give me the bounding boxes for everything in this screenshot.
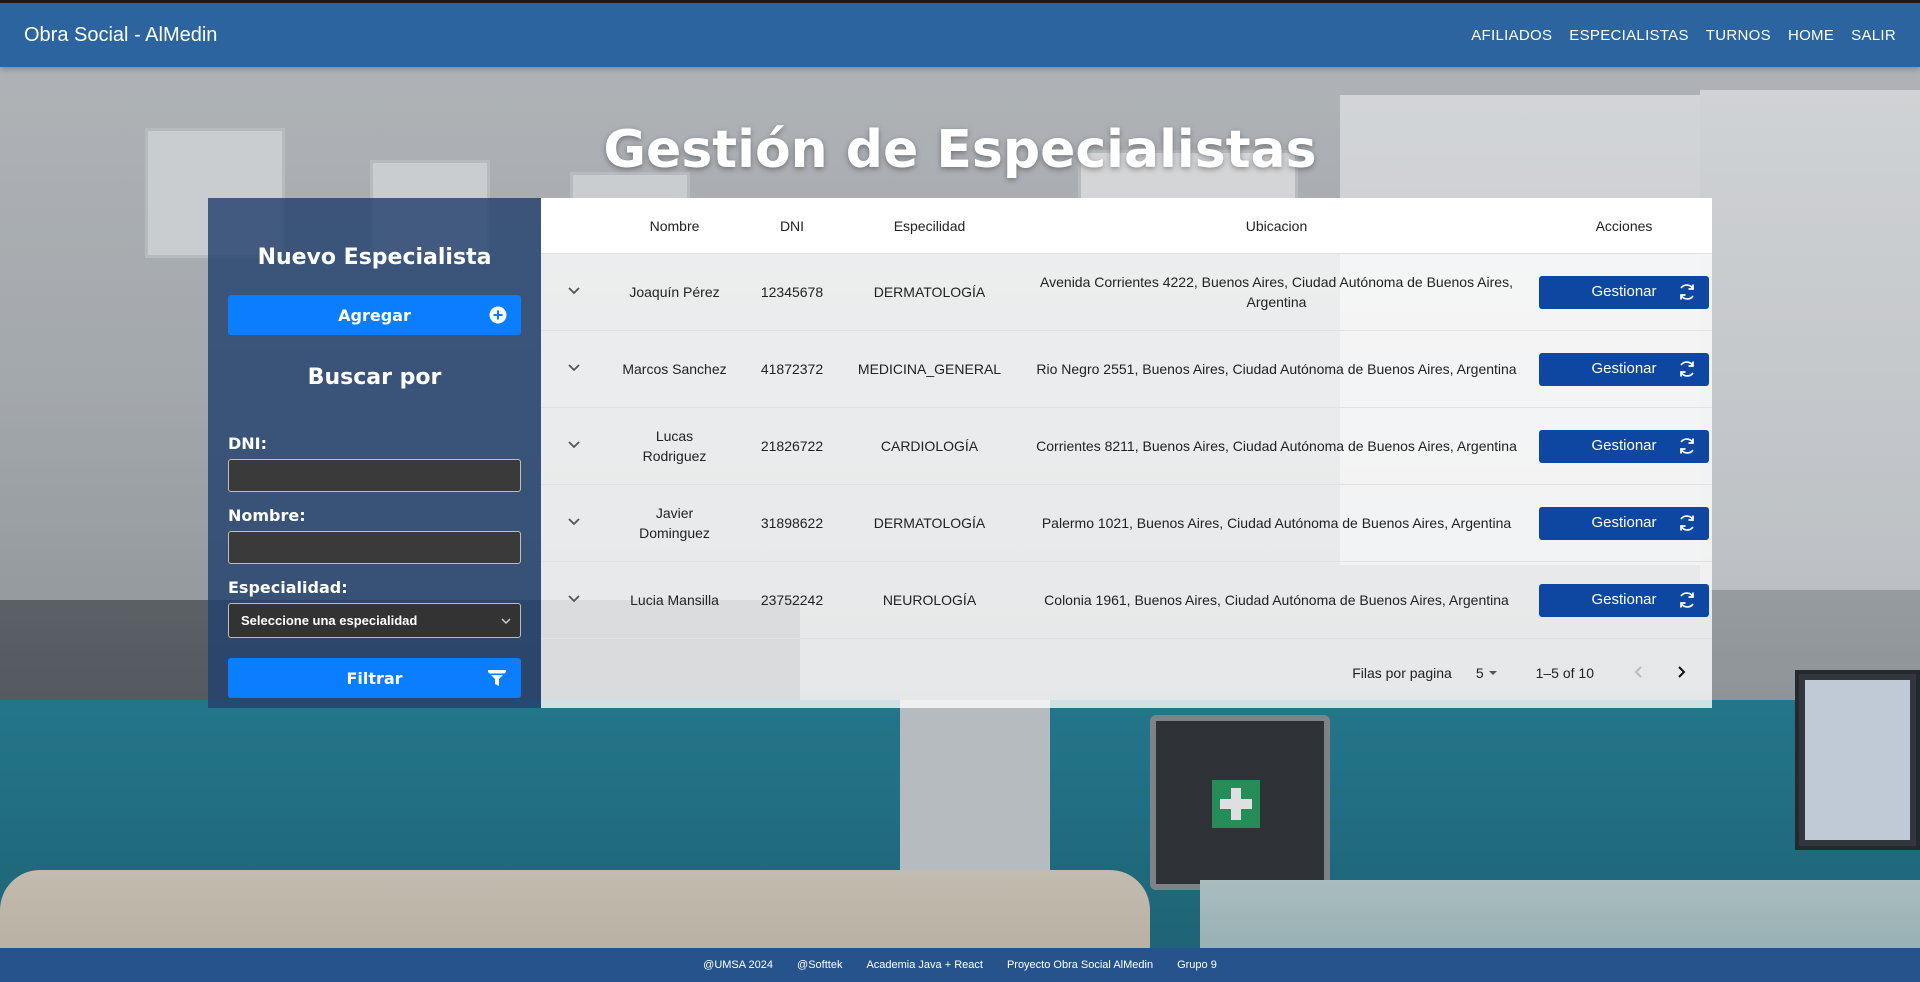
footer: @UMSA 2024 @Softtek Academia Java + Reac… [0,948,1920,982]
dni-label: DNI: [228,434,268,453]
gestionar-button[interactable]: Gestionar [1539,275,1709,309]
nav-link-turnos[interactable]: TURNOS [1706,27,1771,44]
expand-row-button[interactable] [541,513,607,533]
nav-link-especialistas[interactable]: ESPECIALISTAS [1569,27,1689,44]
specialty-label: Especialidad: [228,578,348,597]
specialty-select-value: Seleccione una especialidad [241,613,418,628]
name-input[interactable] [228,531,521,564]
filter-button-label: Filtrar [346,668,403,688]
table-row: Lucia Mansilla 23752242 NEUROLOGÍA Colon… [541,562,1712,639]
expand-row-button[interactable] [541,590,607,610]
nav-links: AFILIADOS ESPECIALISTAS TURNOS HOME SALI… [1471,27,1896,44]
nav-link-salir[interactable]: SALIR [1851,27,1896,44]
chevron-down-icon [567,590,581,610]
cell-nombre: Marcos Sanchez [622,361,727,377]
cell-ubicacion: Rio Negro 2551, Buenos Aires, Ciudad Aut… [1036,361,1517,377]
cell-nombre: Joaquín Pérez [629,284,720,300]
caret-down-icon [1488,665,1498,681]
table-header: Nombre DNI Especilidad Ubicacion Accione… [541,198,1712,254]
rows-per-page-value: 5 [1475,665,1484,681]
specialty-select[interactable]: Seleccione una especialidad [228,603,521,638]
add-button-label: Agregar [338,305,411,325]
chevron-down-icon [567,513,581,533]
cell-especialidad: DERMATOLOGÍA [873,284,986,300]
footer-academia: Academia Java + React [866,959,983,971]
expand-row-button[interactable] [541,436,607,456]
refresh-icon [1677,282,1697,302]
cell-especialidad: MEDICINA_GENERAL [857,361,1002,377]
gestionar-label: Gestionar [1591,360,1657,377]
cell-especialidad: DERMATOLOGÍA [873,515,986,531]
gestionar-button[interactable]: Gestionar [1539,429,1709,463]
refresh-icon [1677,436,1697,456]
cell-especialidad: NEUROLOGÍA [882,592,977,608]
gestionar-button[interactable]: Gestionar [1539,583,1709,617]
chevron-down-icon [500,615,512,627]
funnel-icon [487,668,507,688]
add-button[interactable]: Agregar [228,295,521,335]
gestionar-label: Gestionar [1591,591,1657,608]
cell-dni: 23752242 [760,592,824,608]
refresh-icon [1677,359,1697,379]
chevron-left-icon [1632,665,1646,682]
rows-per-page-select[interactable]: 5 [1476,665,1498,681]
header-ubicacion[interactable]: Ubicacion [1017,218,1536,234]
table-pagination: Filas por pagina 5 1–5 of 10 [541,638,1712,708]
gestionar-label: Gestionar [1591,283,1657,300]
cell-dni: 12345678 [760,284,824,300]
footer-softtek: @Softtek [797,959,843,971]
cell-nombre: Lucas Rodriguez [642,428,707,464]
prev-page-button[interactable] [1624,658,1654,688]
table-row: Javier Dominguez 31898622 DERMATOLOGÍA P… [541,485,1712,562]
filter-button[interactable]: Filtrar [228,658,521,698]
top-navbar: Obra Social - AlMedin AFILIADOS ESPECIAL… [0,0,1920,67]
gestionar-label: Gestionar [1591,437,1657,454]
chevron-right-icon [1674,665,1688,682]
nav-link-afiliados[interactable]: AFILIADOS [1471,27,1552,44]
table-row: Lucas Rodriguez 21826722 CARDIOLOGÍA Cor… [541,408,1712,485]
table-row: Marcos Sanchez 41872372 MEDICINA_GENERAL… [541,331,1712,408]
name-label: Nombre: [228,506,306,525]
specialists-table: Nombre DNI Especilidad Ubicacion Accione… [541,198,1712,708]
gestionar-button[interactable]: Gestionar [1539,506,1709,540]
footer-group: Grupo 9 [1177,959,1217,971]
cell-dni: 31898622 [760,515,824,531]
cell-ubicacion: Avenida Corrientes 4222, Buenos Aires, C… [1040,274,1513,310]
header-nombre[interactable]: Nombre [607,218,742,234]
footer-copyright: @UMSA 2024 [703,959,774,971]
header-especialidad[interactable]: Especilidad [842,218,1017,234]
expand-row-button[interactable] [541,359,607,379]
gestionar-label: Gestionar [1591,514,1657,531]
header-acciones: Acciones [1595,217,1653,234]
footer-project: Proyecto Obra Social AlMedin [1006,959,1154,971]
header-dni[interactable]: DNI [742,218,842,234]
refresh-icon [1677,590,1697,610]
page-title: Gestión de Especialistas [603,120,1317,180]
cell-dni: 41872372 [760,361,824,377]
cell-especialidad: CARDIOLOGÍA [880,438,979,454]
dni-input[interactable] [228,459,521,492]
table-row: Joaquín Pérez 12345678 DERMATOLOGÍA Aven… [541,254,1712,331]
side-panel: Nuevo Especialista Agregar Buscar por DN… [208,198,541,708]
cell-dni: 21826722 [760,438,824,454]
next-page-button[interactable] [1666,658,1696,688]
pagination-range: 1–5 of 10 [1535,665,1594,681]
cell-ubicacion: Colonia 1961, Buenos Aires, Ciudad Autón… [1044,592,1509,608]
cell-ubicacion: Palermo 1021, Buenos Aires, Ciudad Autón… [1041,515,1512,531]
brand-title[interactable]: Obra Social - AlMedin [24,24,217,47]
expand-row-button[interactable] [541,282,607,302]
cell-ubicacion: Corrientes 8211, Buenos Aires, Ciudad Au… [1036,438,1517,454]
chevron-down-icon [567,282,581,302]
new-specialist-heading: Nuevo Especialista [257,245,492,270]
chevron-down-icon [567,436,581,456]
cell-nombre: Javier Dominguez [639,505,710,541]
chevron-down-icon [567,359,581,379]
refresh-icon [1677,513,1697,533]
search-heading: Buscar por [307,365,442,390]
nav-link-home[interactable]: HOME [1788,27,1834,44]
gestionar-button[interactable]: Gestionar [1539,352,1709,386]
cell-nombre: Lucia Mansilla [630,592,719,608]
plus-circle-icon [489,306,507,324]
rows-per-page-label: Filas por pagina [1352,665,1452,681]
